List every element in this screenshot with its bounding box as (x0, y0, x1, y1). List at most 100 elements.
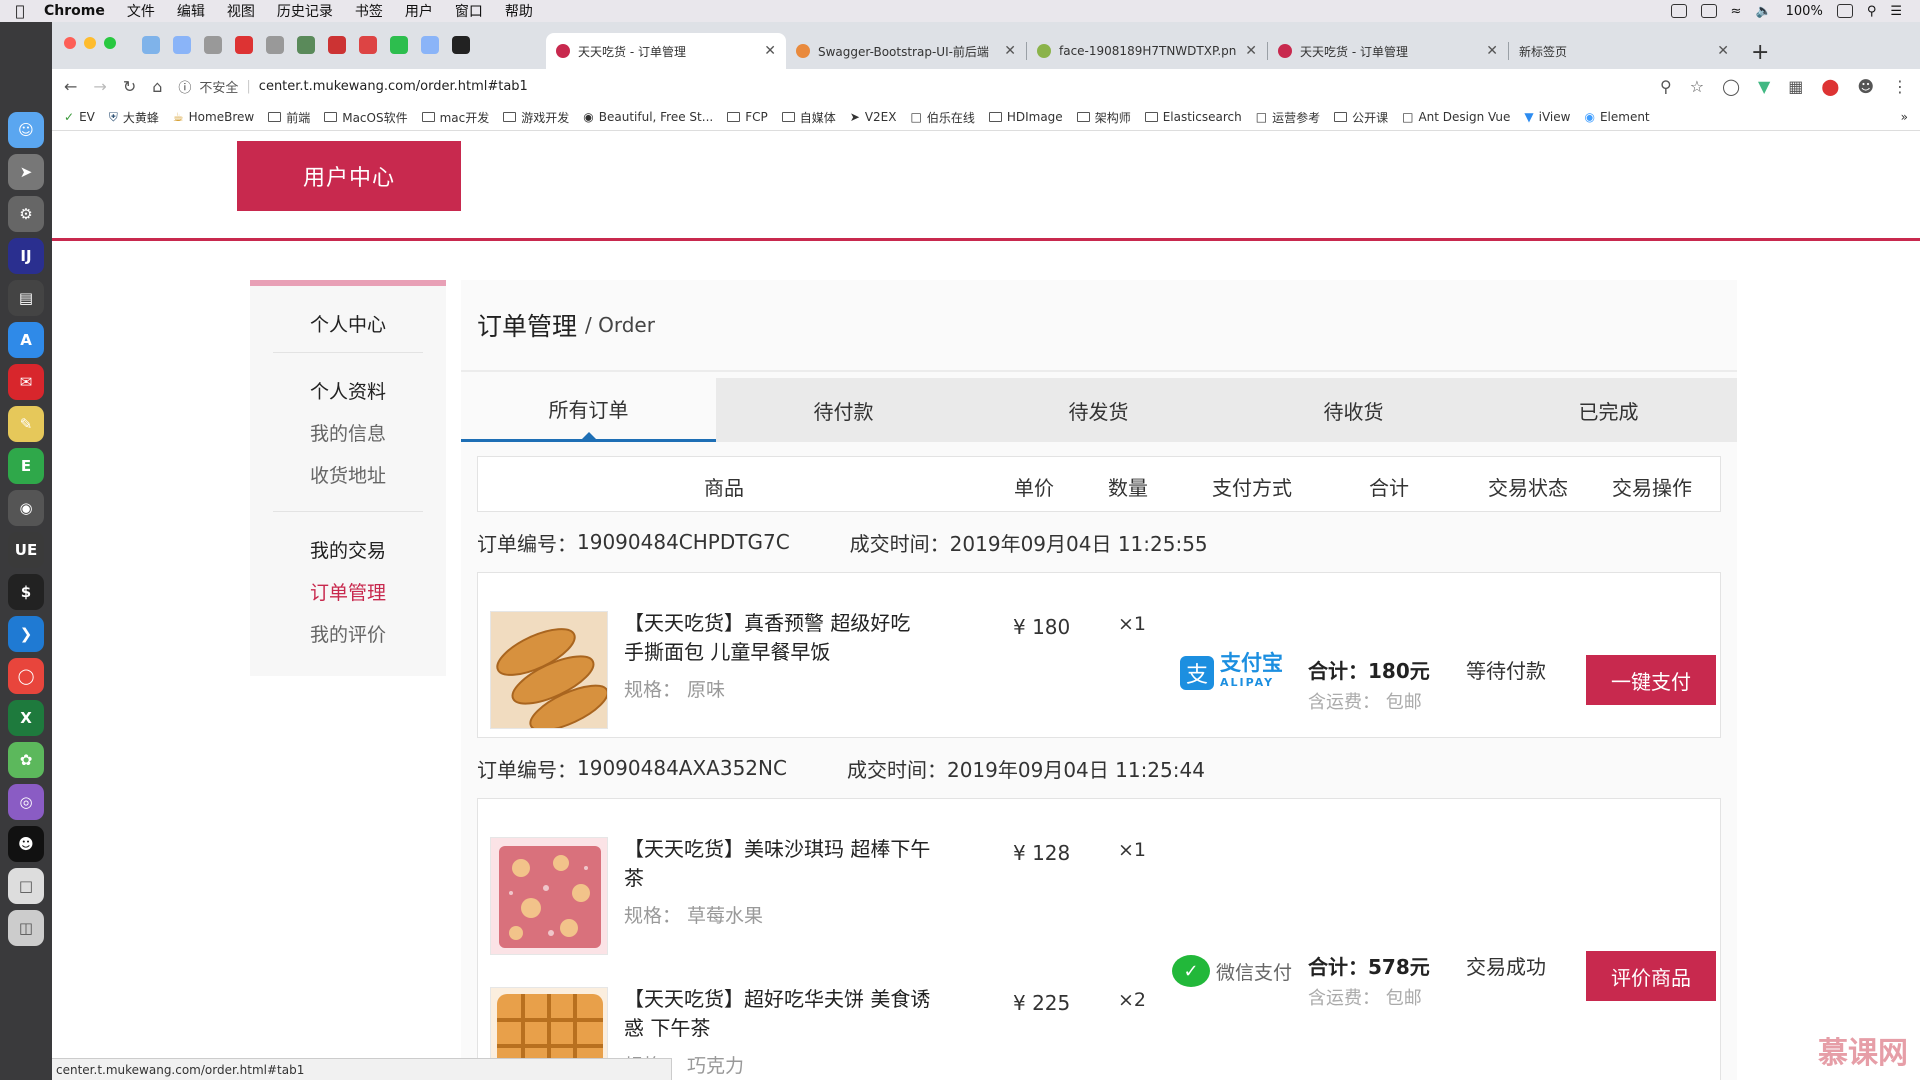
address-bar[interactable]: ⓘ 不安全 | center.t.mukewang.com/order.html… (178, 73, 1644, 101)
battery-label[interactable]: 100% (1786, 4, 1823, 19)
kebab-menu-icon[interactable]: ⋮ (1892, 77, 1908, 96)
pinned-tab-icon[interactable] (266, 36, 284, 54)
tab-new-tab[interactable]: 新标签页 ✕ (1509, 33, 1739, 69)
apple-icon[interactable]:  (0, 2, 40, 20)
menu-view[interactable]: 视图 (216, 1, 266, 21)
tab-face-image[interactable]: face-1908189H7TNWDTXP.pn ✕ (1027, 33, 1267, 69)
sidebar-item-my-info[interactable]: 我的信息 (250, 413, 446, 455)
battery-icon[interactable] (1836, 4, 1853, 18)
brand-logo[interactable]: 用户中心 (237, 141, 461, 211)
product-image[interactable] (490, 611, 608, 729)
excel-icon[interactable]: X (8, 700, 44, 736)
iterm-icon[interactable]: $ (8, 574, 44, 610)
bookmark-folder[interactable]: 自媒体 (781, 109, 836, 126)
pinned-tab-icon[interactable] (359, 36, 377, 54)
menu-bookmarks[interactable]: 书签 (344, 1, 394, 21)
sidebar-item-orders[interactable]: 订单管理 (250, 572, 446, 614)
pinned-tab-icon[interactable] (142, 36, 160, 54)
pinned-tab-icon[interactable] (328, 36, 346, 54)
photo-app-icon[interactable]: ◎ (8, 784, 44, 820)
close-icon[interactable]: ✕ (1486, 43, 1498, 59)
bookmark-folder[interactable]: FCP (727, 110, 768, 124)
menu-help[interactable]: 帮助 (494, 1, 544, 21)
cloud-tab-icon[interactable] (173, 36, 191, 54)
review-product-button[interactable]: 评价商品 (1586, 951, 1716, 1001)
mail-app-icon[interactable]: ✉ (8, 364, 44, 400)
spotlight-icon[interactable]: ⚲ (1867, 4, 1877, 19)
bookmark-folder[interactable]: mac开发 (421, 109, 489, 126)
extension-shield-icon[interactable]: ◯ (1722, 77, 1740, 96)
close-window-button[interactable] (64, 37, 76, 49)
media-app-icon[interactable]: ◉ (8, 490, 44, 526)
document-icon[interactable]: □ (8, 868, 44, 904)
product-name[interactable]: 【天天吃货】超好吃华夫饼 美食诱惑 下午茶 (624, 985, 934, 1043)
menu-file[interactable]: 文件 (116, 1, 166, 21)
bookmark-item[interactable]: ➤ V2EX (850, 110, 897, 124)
terminal-app-icon[interactable]: ▤ (8, 280, 44, 316)
finder-icon[interactable]: ☺ (8, 112, 44, 148)
tab-order-management-2[interactable]: 天天吃货 - 订单管理 ✕ (1268, 33, 1508, 69)
bookmark-folder[interactable]: MacOS软件 (324, 109, 408, 126)
qq-icon[interactable]: ☻ (8, 826, 44, 862)
bookmark-item[interactable]: ✓ EV (64, 110, 95, 124)
profile-avatar-icon[interactable]: ☻ (1857, 77, 1874, 96)
product-image[interactable] (490, 837, 608, 955)
tab-swagger[interactable]: Swagger-Bootstrap-UI-前后端 ✕ (786, 33, 1026, 69)
zoom-icon[interactable]: ⚲ (1660, 77, 1672, 96)
wifi-icon[interactable]: ≈ (1731, 4, 1742, 19)
bookmark-item[interactable]: ◉ Element (1584, 110, 1649, 124)
intellij-icon[interactable]: IJ (8, 238, 44, 274)
menu-window[interactable]: 窗口 (444, 1, 494, 21)
bookmark-folder[interactable]: Elasticsearch (1144, 110, 1242, 124)
product-name[interactable]: 【天天吃货】美味沙琪玛 超棒下午茶 (624, 835, 934, 893)
vscode-icon[interactable]: ❯ (8, 616, 44, 652)
minimize-window-button[interactable] (84, 37, 96, 49)
close-icon[interactable]: ✕ (1245, 43, 1257, 59)
vue-devtools-icon[interactable]: ▼ (1758, 77, 1770, 96)
pinned-tab-icon[interactable] (204, 36, 222, 54)
sidebar-item-reviews[interactable]: 我的评价 (250, 614, 446, 656)
menu-app-chrome[interactable]: Chrome (40, 3, 116, 19)
bookmark-folder[interactable]: 公开课 (1334, 109, 1388, 126)
product-name[interactable]: 【天天吃货】真香预警 超级好吃 手撕面包 儿童早餐早饭 (624, 609, 934, 667)
bookmark-item[interactable]: ◉ Beautiful, Free St... (583, 110, 713, 124)
close-icon[interactable]: ✕ (1717, 43, 1729, 59)
back-icon[interactable]: ← (64, 77, 77, 96)
pinned-tab-icon[interactable] (235, 36, 253, 54)
tab-completed[interactable]: 已完成 (1481, 378, 1736, 442)
bookmark-item[interactable]: ▼ iView (1524, 110, 1570, 124)
menu-edit[interactable]: 编辑 (166, 1, 216, 21)
menu-history[interactable]: 历史记录 (266, 1, 344, 21)
tab-all-orders[interactable]: 所有订单 (461, 378, 716, 442)
cloud-tab-icon[interactable] (421, 36, 439, 54)
bookmark-folder[interactable]: HDImage (988, 110, 1063, 124)
github-icon[interactable] (452, 36, 470, 54)
evernote-icon[interactable]: E (8, 448, 44, 484)
bookmark-folder[interactable]: 架构师 (1076, 109, 1131, 126)
volume-icon[interactable]: 🔈 (1755, 4, 1771, 19)
bookmark-star-icon[interactable]: ☆ (1690, 77, 1704, 96)
bookmark-item[interactable]: ⛨ 大黄蜂 (109, 109, 159, 126)
pinned-tab-icon[interactable] (297, 36, 315, 54)
trash-icon[interactable]: ◫ (8, 910, 44, 946)
ultraedit-icon[interactable]: UE (8, 532, 44, 568)
reload-icon[interactable]: ↻ (123, 77, 136, 96)
bookmark-item[interactable]: □ 运营参考 (1256, 109, 1320, 126)
chrome-icon[interactable]: ◯ (8, 658, 44, 694)
bookmark-folder[interactable]: 游戏开发 (503, 109, 569, 126)
screen-record-icon[interactable] (1670, 4, 1687, 18)
tab-pending-payment[interactable]: 待付款 (716, 378, 971, 442)
bookmark-item[interactable]: ☕ HomeBrew (173, 110, 254, 124)
bookmark-item[interactable]: □ Ant Design Vue (1402, 110, 1510, 124)
extension-icon[interactable]: ▦ (1788, 77, 1803, 96)
launchpad-icon[interactable]: ➤ (8, 154, 44, 190)
info-icon[interactable]: ⓘ (178, 77, 191, 96)
tab-pending-shipment[interactable]: 待发货 (971, 378, 1226, 442)
close-icon[interactable]: ✕ (764, 43, 776, 59)
pay-now-button[interactable]: 一键支付 (1586, 655, 1716, 705)
menu-user[interactable]: 用户 (394, 1, 444, 21)
url-text[interactable]: center.t.mukewang.com/order.html#tab1 (259, 79, 528, 94)
bookmark-folder[interactable]: 前端 (268, 109, 310, 126)
calendar-icon[interactable] (1700, 4, 1717, 18)
bookmark-item[interactable]: □ 伯乐在线 (910, 109, 974, 126)
